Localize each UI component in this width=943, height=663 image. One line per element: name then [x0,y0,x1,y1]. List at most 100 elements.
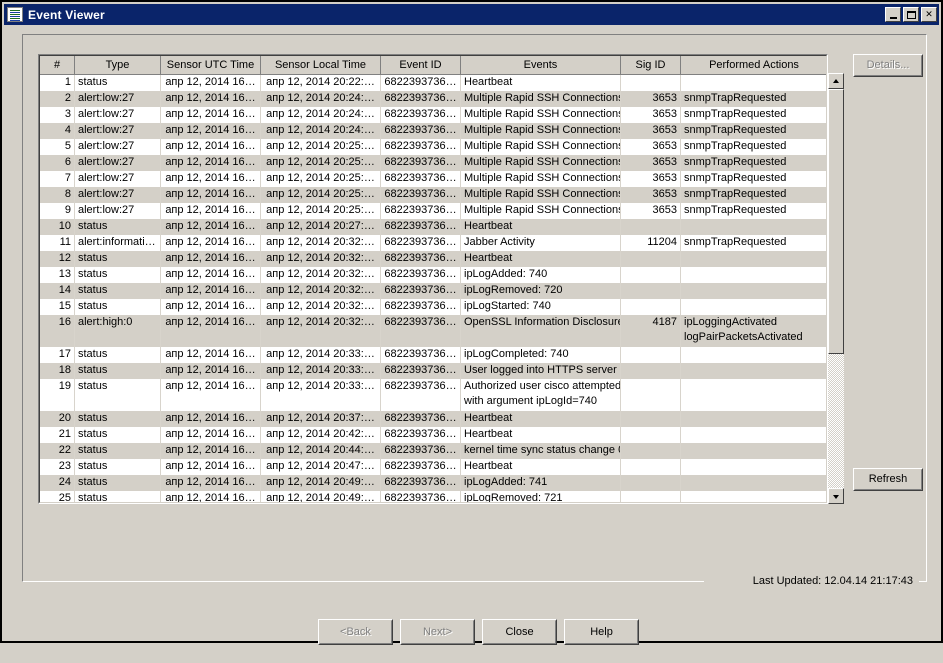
scrollbar-track[interactable] [828,89,844,488]
table-row[interactable]: 4alert:low:27апр 12, 2014 16…апр 12, 201… [40,123,828,139]
cell-type: status [75,475,161,491]
table-row[interactable]: 6alert:low:27апр 12, 2014 16…апр 12, 201… [40,155,828,171]
column-header-index[interactable]: # [40,56,75,75]
details-button[interactable]: Details... [853,54,923,77]
table-row[interactable]: 11alert:informati…апр 12, 2014 16…апр 12… [40,235,828,251]
scrollbar-thumb[interactable] [828,89,844,354]
table-row[interactable]: 21statusапр 12, 2014 16…апр 12, 2014 20:… [40,427,828,443]
cell-index: 3 [40,107,75,123]
next-button[interactable]: Next> [400,619,475,645]
cell-event-id: 6822393736… [381,299,461,315]
cell-performed-actions [681,347,828,363]
cell-type: status [75,299,161,315]
cell-sensor-utc-time: апр 12, 2014 16… [161,443,261,459]
scroll-up-icon-button[interactable] [828,73,844,89]
cell-index: 17 [40,347,75,363]
column-header-sensor-utc-time[interactable]: Sensor UTC Time [161,56,261,75]
back-button[interactable]: <Back [318,619,393,645]
maximize-button[interactable] [903,7,919,22]
column-header-events[interactable]: Events [461,56,621,75]
cell-sensor-utc-time: апр 12, 2014 16… [161,379,261,411]
cell-performed-actions [681,379,828,411]
column-header-sig-id[interactable]: Sig ID [621,56,681,75]
table-row[interactable]: 1statusапр 12, 2014 16…апр 12, 2014 20:2… [40,75,828,91]
table-row[interactable]: 24statusапр 12, 2014 16…апр 12, 2014 20:… [40,475,828,491]
cell-performed-actions [681,299,828,315]
table-row[interactable]: 25statusапр 12, 2014 16…апр 12, 2014 20:… [40,491,828,505]
cell-type: alert:low:27 [75,139,161,155]
cell-index: 19 [40,379,75,411]
minimize-button[interactable] [885,7,901,22]
column-header-event-id[interactable]: Event ID [381,56,461,75]
table-row[interactable]: 2alert:low:27апр 12, 2014 16…апр 12, 201… [40,91,828,107]
close-icon-button[interactable]: ✕ [921,7,937,22]
table-row[interactable]: 9alert:low:27апр 12, 2014 16…апр 12, 201… [40,203,828,219]
event-table-container[interactable]: # Type Sensor UTC Time Sensor Local Time… [38,54,828,504]
cell-type: status [75,75,161,91]
table-row[interactable]: 3alert:low:27апр 12, 2014 16…апр 12, 201… [40,107,828,123]
cell-sig-id [621,363,681,379]
cell-sensor-utc-time: апр 12, 2014 16… [161,235,261,251]
cell-events: Jabber Activity [461,235,621,251]
cell-sensor-utc-time: апр 12, 2014 16… [161,155,261,171]
cell-type: alert:low:27 [75,91,161,107]
column-header-sensor-local-time[interactable]: Sensor Local Time [261,56,381,75]
close-button[interactable]: Close [482,619,557,645]
cell-type: alert:low:27 [75,171,161,187]
table-row[interactable]: 12statusапр 12, 2014 16…апр 12, 2014 20:… [40,251,828,267]
table-row[interactable]: 15statusапр 12, 2014 16…апр 12, 2014 20:… [40,299,828,315]
cell-performed-actions: snmpTrapRequested [681,139,828,155]
cell-sig-id: 4187 [621,315,681,347]
cell-performed-actions [681,475,828,491]
table-row[interactable]: 23statusапр 12, 2014 16…апр 12, 2014 20:… [40,459,828,475]
table-row[interactable]: 18statusапр 12, 2014 16…апр 12, 2014 20:… [40,363,828,379]
cell-sig-id [621,459,681,475]
cell-performed-actions [681,411,828,427]
cell-index: 8 [40,187,75,203]
title-bar[interactable]: Event Viewer ✕ [4,4,939,25]
cell-sensor-utc-time: апр 12, 2014 16… [161,299,261,315]
cell-performed-actions [681,491,828,505]
cell-index: 21 [40,427,75,443]
cell-performed-actions [681,363,828,379]
cell-index: 5 [40,139,75,155]
scroll-down-icon-button[interactable] [828,488,844,504]
table-row[interactable]: 13statusапр 12, 2014 16…апр 12, 2014 20:… [40,267,828,283]
back-button-label: <Back [319,620,392,644]
last-updated-status: Last Updated: 12.04.14 21:17:43 [704,574,919,588]
cell-event-id: 6822393736… [381,459,461,475]
cell-type: status [75,411,161,427]
cell-type: alert:low:27 [75,107,161,123]
column-header-type[interactable]: Type [75,56,161,75]
table-row[interactable]: 22statusапр 12, 2014 16…апр 12, 2014 20:… [40,443,828,459]
table-row[interactable]: 14statusапр 12, 2014 16…апр 12, 2014 20:… [40,283,828,299]
cell-event-id: 6822393736… [381,475,461,491]
cell-event-id: 6822393736… [381,251,461,267]
cell-events: ipLogStarted: 740 [461,299,621,315]
event-log-icon [7,7,23,22]
help-button[interactable]: Help [564,619,639,645]
cell-sensor-utc-time: апр 12, 2014 16… [161,203,261,219]
table-row[interactable]: 10statusапр 12, 2014 16…апр 12, 2014 20:… [40,219,828,235]
cell-sensor-local-time: апр 12, 2014 20:25:… [261,171,381,187]
table-row[interactable]: 7alert:low:27апр 12, 2014 16…апр 12, 201… [40,171,828,187]
table-row[interactable]: 20statusапр 12, 2014 16…апр 12, 2014 20:… [40,411,828,427]
cell-sig-id [621,267,681,283]
refresh-button[interactable]: Refresh [853,468,923,491]
cell-events: ipLogAdded: 741 [461,475,621,491]
cell-sensor-local-time: апр 12, 2014 20:33:… [261,379,381,411]
client-area: # Type Sensor UTC Time Sensor Local Time… [4,25,939,639]
cell-events: Heartbeat [461,411,621,427]
table-row[interactable]: 17statusапр 12, 2014 16…апр 12, 2014 20:… [40,347,828,363]
cell-sensor-local-time: апр 12, 2014 20:32:… [261,315,381,347]
table-row[interactable]: 19statusапр 12, 2014 16…апр 12, 2014 20:… [40,379,828,411]
cell-events: Heartbeat [461,459,621,475]
table-row[interactable]: 16alert:high:0апр 12, 2014 16…апр 12, 20… [40,315,828,347]
column-header-performed-actions[interactable]: Performed Actions [681,56,828,75]
table-row[interactable]: 8alert:low:27апр 12, 2014 16…апр 12, 201… [40,187,828,203]
cell-sensor-utc-time: апр 12, 2014 16… [161,459,261,475]
cell-sensor-local-time: апр 12, 2014 20:47:… [261,459,381,475]
event-table-scrollbar[interactable] [828,73,844,504]
cell-sig-id [621,443,681,459]
table-row[interactable]: 5alert:low:27апр 12, 2014 16…апр 12, 201… [40,139,828,155]
